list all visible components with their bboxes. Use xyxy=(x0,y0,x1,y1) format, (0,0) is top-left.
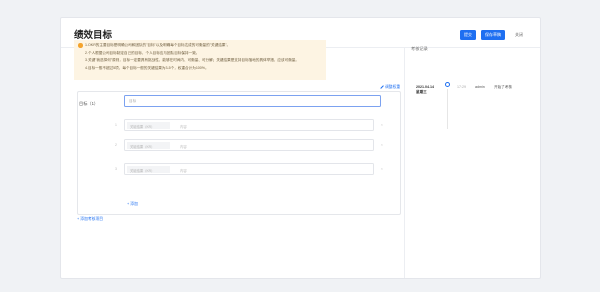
kr-tag: 关键结果（KR） xyxy=(127,166,170,173)
close-icon[interactable]: × xyxy=(381,166,383,171)
goal-label: 目标（1） xyxy=(79,101,99,106)
record-user: admin xyxy=(475,85,485,89)
kr-input[interactable]: 关键结果（KR） 内容 xyxy=(124,163,374,175)
kr-tag: 关键结果（KR） xyxy=(127,122,170,129)
kr-tag: 关键结果（KR） xyxy=(127,142,170,149)
close-icon[interactable]: × xyxy=(381,122,383,127)
record-action: 开始了考核 xyxy=(494,85,512,89)
kr-content: 内容 xyxy=(180,168,187,173)
kr-content: 内容 xyxy=(180,144,187,149)
notice-line: 2.个人根据公司目标制定自己的目标，个人目标应与团队目标保持一致。 xyxy=(85,50,200,55)
kr-content: 内容 xyxy=(180,124,187,129)
performance-goal-panel: 绩效目标 提交 保存草稿 关闭 1.OKR的主要目标是明确公司和团队的"目标"以… xyxy=(60,17,541,279)
notice-line: 4.目标一般不超过5项，每个目标一般的关键结果为3-5个，权重合计为100%。 xyxy=(85,65,209,70)
notice-line: 3.关键"我选择何"原则，目标一定要具有挑战性，能够在时间内、可衡量、可分解；关… xyxy=(85,58,299,62)
kr-row: 3 关键结果（KR） 内容 × xyxy=(115,163,383,175)
sidebar-title: 考核记录 xyxy=(411,46,428,51)
add-kr-link[interactable]: + 添加 xyxy=(127,202,138,207)
kr-input[interactable]: 关键结果（KR） 内容 xyxy=(124,119,374,131)
page-title: 绩效目标 xyxy=(74,30,113,41)
kr-index: 1 xyxy=(115,123,117,127)
kr-index: 2 xyxy=(115,143,117,147)
edit-weight-label: 调整权重 xyxy=(385,85,401,89)
kr-input[interactable]: 关键结果（KR） 内容 xyxy=(124,139,374,151)
save-draft-button[interactable]: 保存草稿 xyxy=(481,30,505,40)
notice-line: 1.OKR的主要目标是明确公司和团队的"目标"以及明确每个目标达成的可衡量的"关… xyxy=(85,43,231,47)
submit-button[interactable]: 提交 xyxy=(460,30,476,40)
warning-icon xyxy=(78,43,83,48)
notice-box: 1.OKR的主要目标是明确公司和团队的"目标"以及明确每个目标达成的可衡量的"关… xyxy=(74,40,326,80)
kr-row: 2 关键结果（KR） 内容 × xyxy=(115,139,383,151)
kr-row: 1 关键结果（KR） 内容 × xyxy=(115,119,383,131)
goal-card xyxy=(77,91,401,215)
timeline-dot-icon xyxy=(445,82,450,87)
timeline-line xyxy=(447,89,448,129)
goal-input[interactable]: 目标 xyxy=(124,95,381,107)
record-date: 2021.04.14 星期三 xyxy=(416,85,434,94)
kr-index: 3 xyxy=(115,167,117,171)
add-goal-link[interactable]: + 添加考核项目 xyxy=(77,217,103,222)
close-icon[interactable]: × xyxy=(381,142,383,147)
sidebar-divider xyxy=(404,47,405,278)
record-time: 17:29 xyxy=(457,85,466,89)
edit-weight-link[interactable]: 调整权重 xyxy=(378,83,401,90)
close-button[interactable]: 关闭 xyxy=(511,30,527,40)
pencil-icon xyxy=(378,83,384,89)
